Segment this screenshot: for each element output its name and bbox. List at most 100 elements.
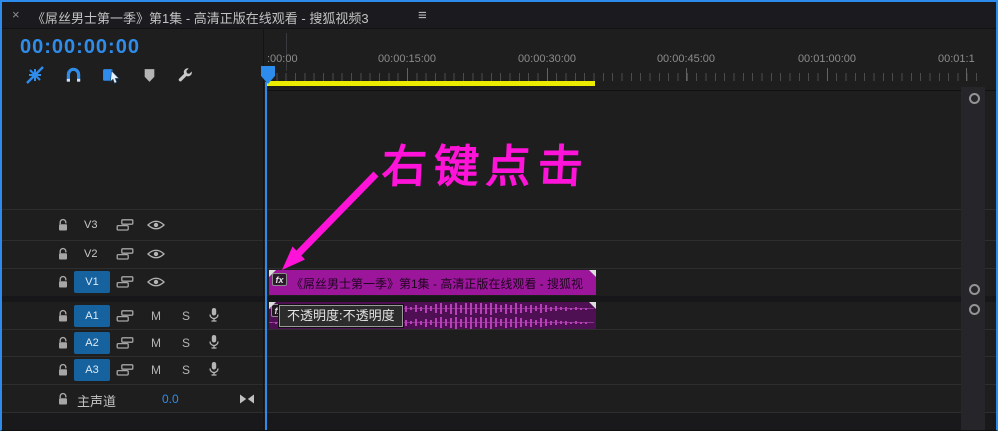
master-track-label: 主声道 (77, 394, 117, 409)
track-target-button-a2[interactable]: A2 (74, 332, 110, 354)
waveform-bar (440, 303, 442, 314)
waveform-bar (435, 318, 437, 327)
waveform-bar (450, 303, 452, 314)
waveform-bar (430, 306, 432, 311)
waveform-bar (415, 319, 417, 326)
timeline-settings-wrench-icon[interactable] (174, 64, 196, 86)
track-lock-icon[interactable] (57, 309, 69, 323)
playhead-line[interactable] (265, 82, 267, 430)
nest-insert-toggle-icon[interactable] (24, 64, 46, 86)
zoom-scrollbar-handle[interactable] (969, 93, 980, 104)
solo-button[interactable]: S (179, 309, 193, 323)
track-target-icon[interactable] (116, 364, 134, 376)
waveform-bar (580, 321, 582, 324)
video-clip[interactable]: fx 《屌丝男士第一季》第1集 - 高清正版在线观看 - 搜狐视 (269, 270, 596, 295)
waveform-bar (480, 317, 482, 328)
snap-magnet-icon[interactable] (62, 64, 84, 86)
waveform-bar (565, 320, 567, 325)
waveform-bar (460, 318, 462, 327)
waveform-bar (410, 307, 412, 310)
track-target-icon[interactable] (116, 248, 134, 260)
mute-button[interactable]: M (149, 309, 163, 323)
track-target-icon[interactable] (116, 337, 134, 349)
major-tick (407, 68, 408, 81)
waveform-bar (465, 317, 467, 328)
track-lock-icon[interactable] (57, 275, 69, 289)
waveform-bar (550, 306, 552, 311)
pan-bowtie-icon[interactable] (239, 393, 255, 405)
waveform-bar (510, 318, 512, 327)
waveform-bar (465, 303, 467, 314)
track-target-icon[interactable] (116, 219, 134, 231)
time-ruler[interactable] (267, 73, 980, 81)
waveform-bar (585, 321, 587, 324)
clip-end-corner (589, 270, 596, 277)
waveform-bar (490, 316, 492, 329)
scrollbar-track[interactable] (961, 87, 985, 430)
toggle-track-output-eye-icon[interactable] (147, 276, 165, 288)
toggle-track-output-eye-icon[interactable] (147, 248, 165, 260)
track-target-button-v1[interactable]: V1 (74, 271, 110, 293)
track-label-v3[interactable]: V3 (84, 219, 97, 231)
waveform-bar (515, 303, 517, 314)
solo-button[interactable]: S (179, 363, 193, 377)
add-marker-icon[interactable] (138, 64, 160, 86)
waveform-bar (470, 302, 472, 315)
track-scrollbar-handle[interactable] (969, 304, 980, 315)
row-separator (2, 356, 996, 357)
waveform-bar (420, 306, 422, 311)
mute-button[interactable]: M (149, 363, 163, 377)
waveform-bar (445, 319, 447, 326)
track-target-button-a1[interactable]: A1 (74, 305, 110, 327)
waveform-bar (575, 307, 577, 310)
waveform-bar (560, 321, 562, 324)
row-separator (2, 268, 996, 269)
waveform-bar (520, 304, 522, 313)
linked-selection-icon[interactable] (100, 64, 122, 86)
waveform-bar (415, 305, 417, 312)
waveform-bar (500, 319, 502, 326)
track-lock-icon[interactable] (57, 363, 69, 377)
waveform-bar (275, 321, 277, 324)
ruler-label: 00:00:15:00 (377, 53, 437, 65)
track-lock-icon[interactable] (57, 218, 69, 232)
sequence-tab-title[interactable]: 《屌丝男士第一季》第1集 - 高清正版在线观看 - 搜狐视频3 (32, 8, 369, 27)
close-tab-icon[interactable]: × (12, 8, 20, 22)
major-tick (547, 68, 548, 81)
toggle-track-output-eye-icon[interactable] (147, 219, 165, 231)
work-area-bar[interactable] (267, 81, 595, 86)
waveform-bar (545, 319, 547, 326)
waveform-bar (535, 320, 537, 325)
waveform-bar (485, 303, 487, 314)
panel-menu-icon[interactable]: ≡ (418, 7, 427, 24)
waveform-bar (425, 318, 427, 327)
track-lock-icon[interactable] (57, 336, 69, 350)
clip-start-corner (269, 270, 276, 277)
ruler-label: 00:01:00:00 (797, 53, 857, 65)
waveform-bar (585, 307, 587, 310)
track-target-icon[interactable] (116, 276, 134, 288)
voiceover-mic-icon[interactable] (207, 361, 221, 377)
track-target-icon[interactable] (116, 310, 134, 322)
track-target-button-a3[interactable]: A3 (74, 359, 110, 381)
waveform-bar (555, 320, 557, 325)
track-scrollbar-handle[interactable] (969, 284, 980, 295)
waveform-bar (565, 306, 567, 311)
waveform-bar (530, 318, 532, 327)
voiceover-mic-icon[interactable] (207, 307, 221, 323)
master-gain-value[interactable]: 0.0 (162, 392, 179, 406)
waveform-bar (525, 319, 527, 326)
playhead-timecode[interactable]: 00:00:00:00 (20, 36, 140, 59)
track-lock-icon[interactable] (57, 392, 69, 406)
track-lock-icon[interactable] (57, 247, 69, 261)
row-separator (2, 209, 996, 210)
waveform-bar (560, 307, 562, 310)
voiceover-mic-icon[interactable] (207, 334, 221, 350)
waveform-bar (470, 316, 472, 329)
track-label-v2[interactable]: V2 (84, 248, 97, 260)
header-timeline-divider[interactable] (263, 29, 264, 430)
waveform-bar (505, 303, 507, 314)
solo-button[interactable]: S (179, 336, 193, 350)
mute-button[interactable]: M (149, 336, 163, 350)
waveform-bar (270, 322, 272, 323)
